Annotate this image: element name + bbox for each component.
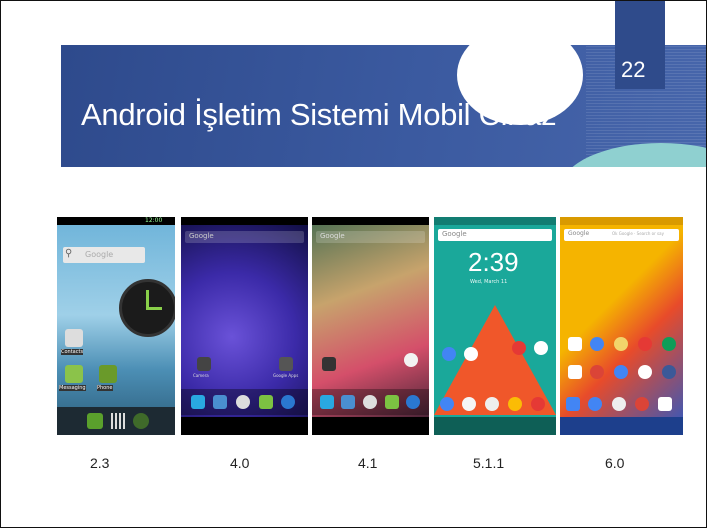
chrome-icon [635,397,649,411]
apps-icon [612,397,626,411]
search-text: Google [189,232,214,240]
google-apps-label: Google Apps [273,373,299,378]
facebook-icon [662,365,676,379]
dock [57,407,175,435]
screenshot-android-4-0: Google Camera Google Apps [181,217,308,435]
camera-icon [322,357,336,371]
app-icon [534,341,548,355]
search-widget: Google [438,229,552,241]
app-icon [568,337,582,351]
search-widget: ⚲ Google [63,247,145,263]
camera-icon [197,357,211,371]
screenshot-android-4-1: Google [312,217,429,435]
apps-icon [363,395,377,409]
phone-icon [320,395,334,409]
nav-bar [181,417,308,435]
app-icon [614,337,628,351]
version-label-6-0: 6.0 [605,455,625,471]
search-hint: Ok Google · Search or say [612,231,664,236]
apps-grid-icon [111,413,125,429]
decorative-teal-shape [561,143,706,167]
contacts-icon [341,395,355,409]
app-icon [512,341,526,355]
nav-bar [434,417,556,435]
dock [181,389,308,415]
app-icon [442,347,456,361]
app-icon [590,337,604,351]
version-label-4-1: 4.1 [358,455,378,471]
apps-icon [485,397,499,411]
analog-clock [119,279,175,337]
gmail-icon [658,397,672,411]
browser-icon [281,395,295,409]
version-label-5-1-1: 5.1.1 [473,455,505,471]
status-bar [434,217,556,225]
messaging-icon [385,395,399,409]
camera-icon [531,397,545,411]
browser-icon [133,413,149,429]
app-icon [638,337,652,351]
contacts-icon [462,397,476,411]
contacts-icon [65,329,83,347]
app-icon [568,365,582,379]
version-label-4-0: 4.0 [230,455,250,471]
search-text: Google [85,250,114,259]
search-icon: ⚲ [65,248,73,259]
phone-icon [440,397,454,411]
status-bar [181,217,308,225]
contacts-icon [213,395,227,409]
dock [560,391,683,417]
camera-label: Camera [193,373,209,378]
dialer-icon [87,413,103,429]
status-bar [560,217,683,225]
dock [312,389,429,415]
messaging-icon [259,395,273,409]
status-bar [312,217,429,225]
app-icon [638,365,652,379]
search-text: Google [320,232,345,240]
lock-clock: 2:39 [468,247,519,277]
app-icon [662,337,676,351]
contacts-label: Contacts [61,349,84,355]
apps-icon [236,395,250,409]
app-icon [464,347,478,361]
phone-icon [566,397,580,411]
page-number: 22 [621,57,646,82]
slide: 22 Android İşletim Sistemi Mobil Cihaz 1… [0,0,707,528]
search-widget: Google [185,231,304,243]
lock-date: Wed, March 11 [470,279,508,285]
version-label-2-3: 2.3 [90,455,110,471]
chrome-icon [508,397,522,411]
google-apps-icon [279,357,293,371]
browser-icon [406,395,420,409]
search-widget: Google Ok Google · Search or say [564,229,679,241]
search-text: Google [442,230,467,238]
screenshot-android-2-3: 12:00 ⚲ Google Contacts Messaging Phone [57,217,175,435]
app-icon [590,365,604,379]
app-icon [614,365,628,379]
screenshot-android-6-0: Google Ok Google · Search or say [560,217,683,435]
nav-bar [560,417,683,435]
contacts-icon [588,397,602,411]
messaging-label: Messaging [59,385,86,391]
messaging-icon [65,365,83,383]
slide-title: Android İşletim Sistemi Mobil Cihaz [81,97,557,132]
phone-icon [99,365,117,383]
status-time: 12:00 [145,217,163,224]
phone-label: Phone [97,385,113,391]
phone-icon [191,395,205,409]
chrome-icon [404,353,418,367]
nav-bar [312,417,429,435]
screenshot-android-5-1-1: Google 2:39 Wed, March 11 [434,217,556,435]
search-widget: Google [316,231,425,243]
search-text: Google [568,230,590,237]
dock [434,391,556,417]
